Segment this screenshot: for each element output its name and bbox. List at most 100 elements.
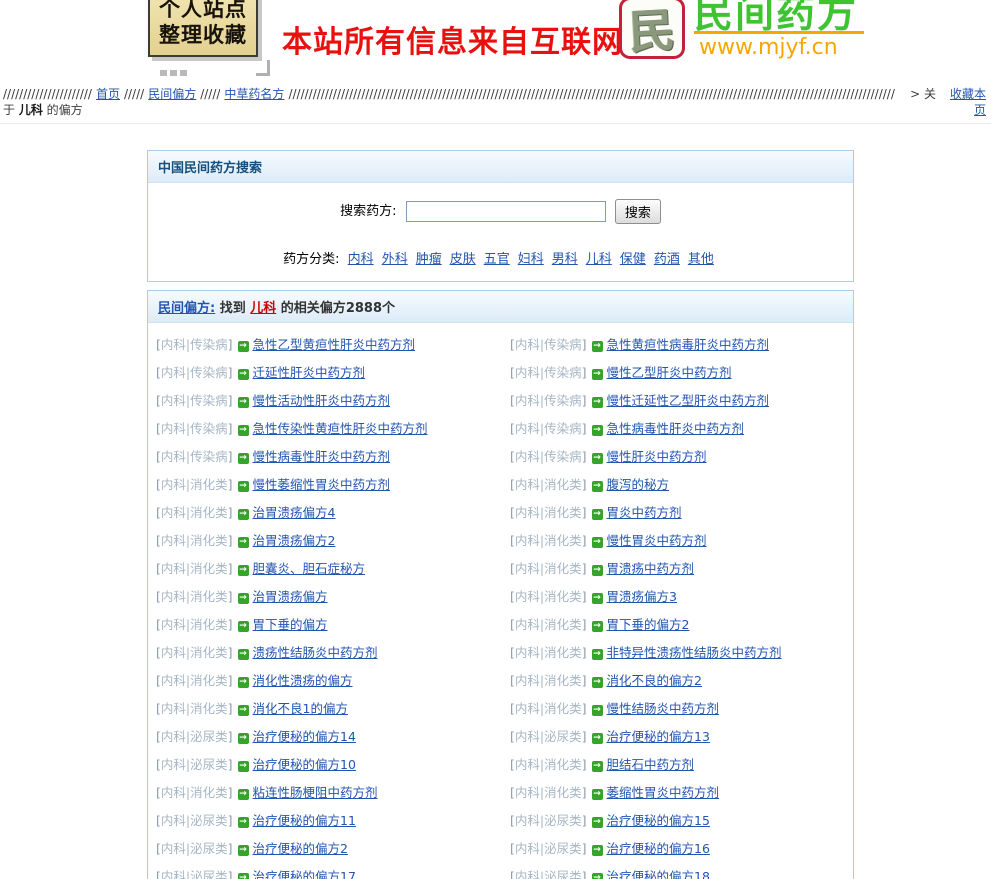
- remedy-link[interactable]: 治胃溃疡偏方: [253, 589, 328, 604]
- list-item: [内科|消化类]→慢性萎缩性胃炎中药方剂: [156, 471, 510, 499]
- category-row: 药方分类: 内科外科肿瘤皮肤五官妇科男科儿科保健药酒其他: [148, 248, 853, 267]
- nav-link-folk-remedies[interactable]: 民间偏方: [144, 87, 200, 102]
- green-arrow-icon: →: [592, 677, 603, 688]
- bookmark-page-link[interactable]: 收藏本: [950, 87, 986, 102]
- category-link-外科[interactable]: 外科: [382, 252, 408, 267]
- remedy-link[interactable]: 急性病毒性肝炎中药方剂: [607, 421, 745, 436]
- category-tag: [内科|传染病]: [510, 393, 587, 408]
- remedy-link[interactable]: 治疗便秘的偏方2: [253, 841, 348, 856]
- remedy-link[interactable]: 治胃溃疡偏方4: [253, 505, 336, 520]
- green-arrow-icon: →: [238, 845, 249, 856]
- remedy-link[interactable]: 慢性活动性肝炎中药方剂: [253, 393, 391, 408]
- green-arrow-icon: →: [592, 873, 603, 879]
- category-link-其他[interactable]: 其他: [688, 252, 714, 267]
- remedy-link[interactable]: 胃下垂的偏方2: [607, 617, 690, 632]
- list-item: [内科|传染病] → 慢性乙型肝炎中药方剂: [510, 359, 853, 387]
- remedy-link[interactable]: 慢性萎缩性胃炎中药方剂: [253, 477, 391, 492]
- remedy-link[interactable]: 治疗便秘的偏方13: [607, 729, 710, 744]
- remedy-link[interactable]: 治疗便秘的偏方17: [253, 869, 356, 879]
- remedy-link[interactable]: 消化不良的偏方2: [607, 673, 702, 688]
- category-link-妇科[interactable]: 妇科: [518, 252, 544, 267]
- bookmark-page-link-wrap[interactable]: 页: [974, 103, 986, 118]
- remedy-link[interactable]: 治疗便秘的偏方15: [607, 813, 710, 828]
- category-tag: [内科|传染病]: [510, 365, 587, 380]
- green-arrow-icon: →: [592, 369, 603, 380]
- category-link-药酒[interactable]: 药酒: [654, 252, 680, 267]
- category-link-五官[interactable]: 五官: [484, 252, 510, 267]
- remedy-link[interactable]: 迁延性肝炎中药方剂: [253, 365, 366, 380]
- search-input[interactable]: [406, 201, 606, 222]
- remedy-link[interactable]: 消化不良1的偏方: [253, 701, 348, 716]
- category-link-内科[interactable]: 内科: [348, 252, 374, 267]
- remedy-link[interactable]: 急性传染性黄疸性肝炎中药方剂: [253, 421, 428, 436]
- category-tag: [内科|传染病]: [510, 337, 587, 352]
- remedy-link[interactable]: 胃溃疡偏方3: [607, 589, 677, 604]
- category-tag: [内科|消化类]: [156, 673, 233, 688]
- remedy-link[interactable]: 治疗便秘的偏方18: [607, 869, 710, 879]
- remedy-link[interactable]: 非特异性溃疡性结肠炎中药方剂: [607, 645, 782, 660]
- remedy-link[interactable]: 急性黄疸性病毒肝炎中药方剂: [607, 337, 770, 352]
- remedy-link[interactable]: 胃溃疡中药方剂: [607, 561, 695, 576]
- category-tag: [内科|泌尿类]: [156, 813, 233, 828]
- remedy-link[interactable]: 胆结石中药方剂: [607, 757, 695, 772]
- list-item: [内科|传染病]→急性乙型黄疸性肝炎中药方剂: [156, 331, 510, 359]
- remedy-link[interactable]: 胆囊炎、胆石症秘方: [253, 561, 366, 576]
- category-tag: [内科|消化类]: [510, 477, 587, 492]
- green-arrow-icon: →: [592, 565, 603, 576]
- main-content: 中国民间药方搜索 搜索药方: 搜索 药方分类: 内科外科肿瘤皮肤五官妇科男科儿科…: [147, 150, 854, 879]
- remedy-link[interactable]: 慢性病毒性肝炎中药方剂: [253, 449, 391, 464]
- green-arrow-icon: →: [238, 453, 249, 464]
- results-keyword: 儿科: [250, 301, 276, 316]
- remedy-link[interactable]: 治胃溃疡偏方2: [253, 533, 336, 548]
- category-link-男科[interactable]: 男科: [552, 252, 578, 267]
- logo-underline: [694, 31, 864, 34]
- list-item: [内科|泌尿类]→治疗便秘的偏方2: [156, 835, 510, 863]
- search-button[interactable]: 搜索: [615, 199, 661, 224]
- green-arrow-icon: →: [592, 509, 603, 520]
- list-item: [内科|泌尿类]→治疗便秘的偏方15: [510, 807, 853, 835]
- category-links: 内科外科肿瘤皮肤五官妇科男科儿科保健药酒其他: [344, 252, 718, 267]
- remedy-link[interactable]: 胃下垂的偏方: [253, 617, 328, 632]
- remedy-link[interactable]: 治疗便秘的偏方16: [607, 841, 710, 856]
- category-tag: [内科|泌尿类]: [510, 813, 587, 828]
- list-item: [内科|消化类]→治胃溃疡偏方2: [156, 527, 510, 555]
- category-link-肿瘤[interactable]: 肿瘤: [416, 252, 442, 267]
- nav-link-herbal-formulas[interactable]: 中草药名方: [220, 87, 288, 102]
- site-badge-logo: 个人站点 整理收藏: [148, 0, 258, 57]
- list-item: [内科|消化类]→慢性结肠炎中药方剂: [510, 695, 853, 723]
- remedy-link[interactable]: 萎缩性胃炎中药方剂: [607, 785, 720, 800]
- list-item: [内科|传染病]→慢性迁延性乙型肝炎中药方剂: [510, 387, 853, 415]
- category-link-保健[interactable]: 保健: [620, 252, 646, 267]
- seal-glyph: 民: [627, 0, 676, 62]
- remedy-link[interactable]: 治疗便秘的偏方11: [253, 813, 356, 828]
- green-arrow-icon: →: [592, 453, 603, 464]
- list-item: [内科|消化类]→消化不良的偏方2: [510, 667, 853, 695]
- remedy-link[interactable]: 粘连性肠梗阻中药方剂: [253, 785, 378, 800]
- results-count-text: 的相关偏方2888个: [276, 301, 395, 316]
- remedy-link[interactable]: 慢性乙型肝炎中药方剂: [607, 365, 732, 380]
- remedy-link[interactable]: 治疗便秘的偏方10: [253, 757, 356, 772]
- remedy-link[interactable]: 治疗便秘的偏方14: [253, 729, 356, 744]
- remedy-link[interactable]: 慢性胃炎中药方剂: [607, 533, 707, 548]
- green-arrow-icon: →: [592, 733, 603, 744]
- results-header-link[interactable]: 民间偏方:: [158, 301, 215, 316]
- category-link-儿科[interactable]: 儿科: [586, 252, 612, 267]
- remedy-link[interactable]: 急性乙型黄疸性肝炎中药方剂: [253, 337, 416, 352]
- category-tag: [内科|消化类]: [510, 785, 587, 800]
- nav-link-home[interactable]: 首页: [92, 87, 124, 102]
- green-arrow-icon: →: [238, 733, 249, 744]
- category-tag: [内科|传染病]: [510, 449, 587, 464]
- remedy-link[interactable]: 慢性肝炎中药方剂: [607, 449, 707, 464]
- remedy-link[interactable]: 胃炎中药方剂: [607, 505, 682, 520]
- green-arrow-icon: →: [238, 565, 249, 576]
- remedy-link[interactable]: 消化性溃疡的偏方: [253, 673, 353, 688]
- remedy-link[interactable]: 慢性结肠炎中药方剂: [607, 701, 720, 716]
- green-arrow-icon: →: [238, 369, 249, 380]
- green-arrow-icon: →: [592, 481, 603, 492]
- remedy-link[interactable]: 溃疡性结肠炎中药方剂: [253, 645, 378, 660]
- site-slogan: 本站所有信息来自互联网: [282, 17, 623, 61]
- remedy-link[interactable]: 腹泻的秘方: [607, 477, 670, 492]
- category-link-皮肤[interactable]: 皮肤: [450, 252, 476, 267]
- category-tag: [内科|消化类]: [156, 477, 233, 492]
- remedy-link[interactable]: 慢性迁延性乙型肝炎中药方剂: [607, 393, 770, 408]
